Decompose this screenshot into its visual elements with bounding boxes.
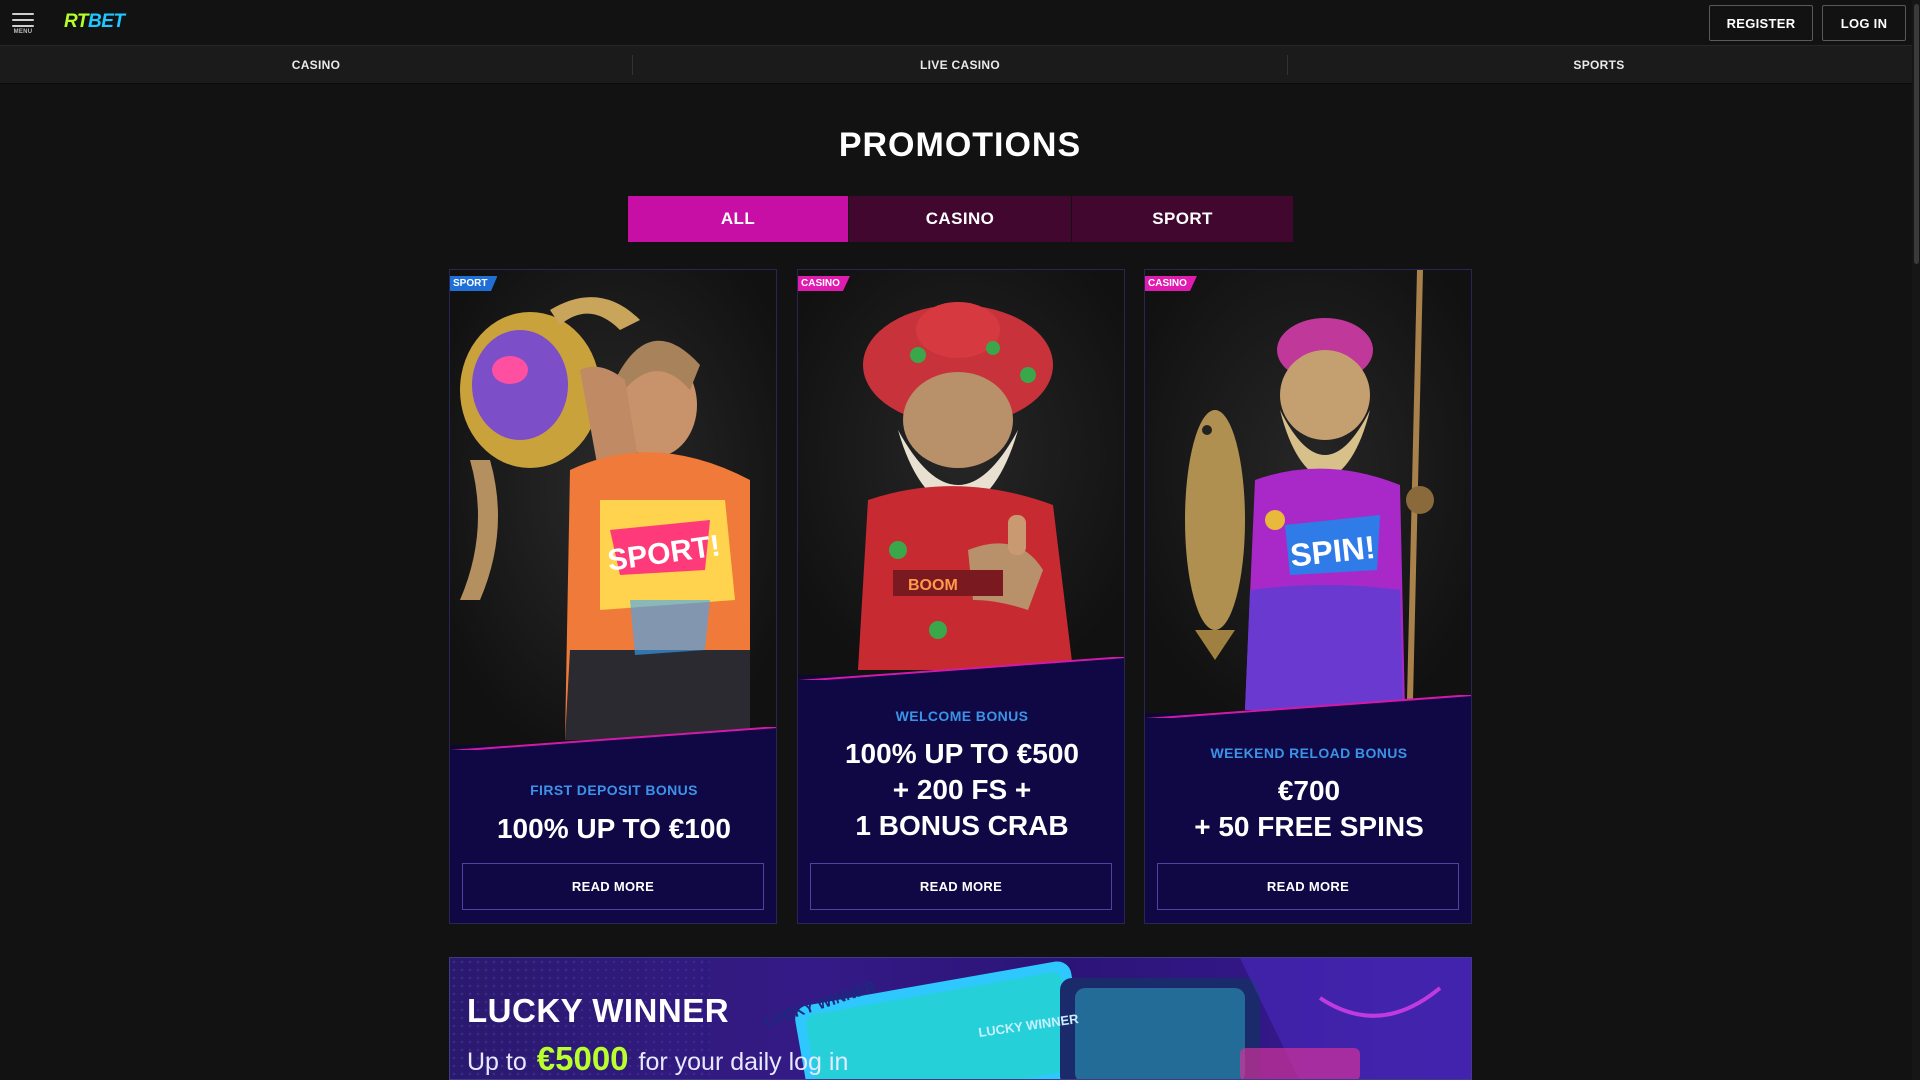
promo-title-line: 100% UP TO €500 [844,738,1079,769]
promo-title-line: 1 BONUS CRAB [855,810,1069,841]
banner-sub-suffix: for your daily log in [638,1048,849,1076]
promo-title-line: 100% UP TO €100 [496,813,731,844]
promo-title-line: + 50 FREE SPINS [1194,811,1424,842]
filter-tab-casino[interactable]: CASINO [849,196,1071,242]
menu-button[interactable]: MENU [10,10,36,36]
promo-bonus-title: 100% UP TO €500 + 200 FS + 1 BONUS CRAB [798,736,1124,844]
promo-badge-casino: CASINO [798,276,850,291]
read-more-button[interactable]: READ MORE [1157,863,1459,910]
promo-title-line: + 200 FS + [892,774,1032,805]
hamburger-icon [12,13,34,15]
card-slant-divider [798,657,1124,681]
banner-subtitle: Up to €5000 for your daily log in [467,1040,848,1078]
promo-bonus-label: WELCOME BONUS [895,708,1029,724]
promo-bonus-label: FIRST DEPOSIT BONUS [530,782,698,798]
promo-image-gnome-character: BOOM [798,270,1124,675]
login-button[interactable]: LOG IN [1822,5,1906,41]
hamburger-icon-bar [12,25,34,27]
promo-card-welcome-bonus[interactable]: BOOM CASINO WELCOME BONUS 100% UP TO €50… [797,269,1125,924]
promo-title-line: €700 [1277,775,1341,806]
promo-badge-casino: CASINO [1145,276,1197,291]
promo-bonus-label: WEEKEND RELOAD BONUS [1210,745,1408,761]
svg-text:BOOM: BOOM [908,577,958,594]
banner-sub-prefix: Up to [467,1048,527,1076]
filter-tab-all[interactable]: ALL [628,196,848,242]
menu-label: MENU [13,29,33,35]
nav-sports[interactable]: SPORTS [1288,46,1910,84]
filter-tab-sport[interactable]: SPORT [1072,196,1293,242]
top-header: MENU RTBET REGISTER LOG IN [0,0,1920,46]
register-button[interactable]: REGISTER [1709,5,1813,41]
hamburger-icon-bar [12,19,34,21]
banner-amount: €5000 [536,1040,629,1077]
lucky-winner-banner[interactable]: LUCKY WINNER LUCKY WINNER LUCKY WINNER U… [449,957,1472,1080]
nav-live-casino[interactable]: LIVE CASINO [632,46,1288,84]
read-more-button[interactable]: READ MORE [462,863,764,910]
promo-bonus-title: €700 + 50 FREE SPINS [1145,773,1471,845]
promo-image-sport-player: SPORT! [450,270,776,745]
card-slant-divider [450,727,776,751]
logo-bet: BET [87,11,125,32]
category-nav: CASINO LIVE CASINO SPORTS [0,46,1920,84]
site-logo[interactable]: RTBET [64,9,125,35]
promo-badge-sport: SPORT [450,276,498,291]
nav-casino[interactable]: CASINO [0,46,632,84]
promo-bonus-title: 100% UP TO €100 [450,811,776,847]
banner-title: LUCKY WINNER [467,992,730,1029]
promo-card-first-deposit[interactable]: SPORT! SPORT FIRST DEPOSIT BONUS 100% UP… [449,269,777,924]
promo-image-fisherman-character: SPIN! [1145,270,1471,713]
promo-card-weekend-reload[interactable]: SPIN! CASINO WEEKEND RELOAD BONUS €700 +… [1144,269,1472,924]
read-more-button[interactable]: READ MORE [810,863,1112,910]
card-slant-divider [1145,695,1471,719]
page-title: PROMOTIONS [838,126,1082,164]
logo-rt: RT [64,11,88,32]
